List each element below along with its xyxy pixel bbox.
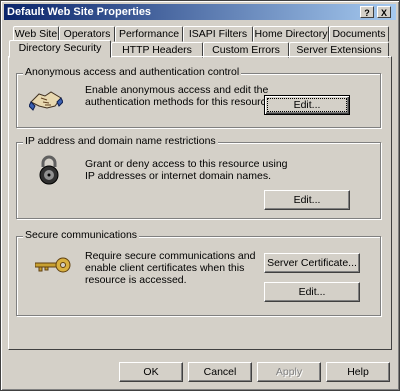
tab-label: ISAPI Filters <box>188 28 248 40</box>
desc-line: Grant or deny access to this resource us… <box>85 158 288 170</box>
tab-label: Web Site <box>14 28 58 40</box>
button-label: OK <box>143 366 159 378</box>
anonymous-description: Enable anonymous access and edit the aut… <box>85 84 275 108</box>
tab-label: HTTP Headers <box>122 44 192 56</box>
group-title: Secure communications <box>23 229 140 241</box>
help-button[interactable]: Help <box>326 362 390 382</box>
cancel-button[interactable]: Cancel <box>188 362 252 382</box>
help-glyph: ? <box>364 8 370 18</box>
ip-edit-button[interactable]: Edit... <box>264 190 350 210</box>
tab-label: Documents <box>332 28 386 40</box>
padlock-icon <box>39 155 59 185</box>
button-label: Server Certificate... <box>267 257 357 269</box>
tab-label: Performance <box>118 28 180 40</box>
button-label: Edit... <box>298 286 326 298</box>
desc-line: authentication methods for this resource… <box>85 96 275 108</box>
title-bar[interactable]: Default Web Site Properties ? X <box>4 4 396 20</box>
button-label: Edit... <box>293 194 321 206</box>
ip-restrictions-group: IP address and domain name restrictions … <box>16 135 381 219</box>
secure-description: Require secure communications and enable… <box>85 250 255 286</box>
ip-description: Grant or deny access to this resource us… <box>85 158 288 182</box>
anonymous-access-group: Anonymous access and authentication cont… <box>16 66 381 128</box>
properties-dialog: Default Web Site Properties ? X Web Site… <box>0 0 400 391</box>
button-label: Apply <box>275 366 303 378</box>
tab-home-directory[interactable]: Home Directory <box>253 26 329 42</box>
secure-edit-button[interactable]: Edit... <box>264 282 360 302</box>
anonymous-edit-button[interactable]: Edit... <box>264 95 350 115</box>
desc-line: enable client certificates when this <box>85 262 245 274</box>
secure-communications-group: Secure communications Require secure com… <box>16 229 381 316</box>
tab-label: Home Directory <box>254 28 328 40</box>
handshake-icon <box>29 91 63 111</box>
tab-label: Custom Errors <box>212 44 280 56</box>
help-title-button[interactable]: ? <box>360 6 374 18</box>
button-label: Cancel <box>203 366 237 378</box>
tab-label: Directory Security <box>18 42 102 54</box>
desc-line: Require secure communications and <box>85 250 256 262</box>
close-glyph: X <box>380 8 387 18</box>
desc-line: Enable anonymous access and edit the <box>85 84 269 96</box>
tab-label: Server Extensions <box>296 44 382 56</box>
server-certificate-button[interactable]: Server Certificate... <box>264 253 360 273</box>
close-title-button[interactable]: X <box>377 6 391 18</box>
desc-line: IP addresses or internet domain names. <box>85 170 271 182</box>
button-label: Edit... <box>293 99 321 111</box>
group-title: Anonymous access and authentication cont… <box>23 66 242 78</box>
tab-isapi-filters[interactable]: ISAPI Filters <box>183 26 253 42</box>
tab-performance[interactable]: Performance <box>115 26 183 42</box>
button-label: Help <box>347 366 369 378</box>
key-icon <box>35 257 71 273</box>
tab-directory-security[interactable]: Directory Security <box>9 40 111 58</box>
ok-button[interactable]: OK <box>119 362 183 382</box>
tab-label: Operators <box>63 28 111 40</box>
desc-line: resource is accessed. <box>85 274 187 286</box>
group-title: IP address and domain name restrictions <box>23 135 218 147</box>
window-title: Default Web Site Properties <box>7 6 152 18</box>
tab-documents[interactable]: Documents <box>329 26 389 42</box>
apply-button[interactable]: Apply <box>257 362 321 382</box>
